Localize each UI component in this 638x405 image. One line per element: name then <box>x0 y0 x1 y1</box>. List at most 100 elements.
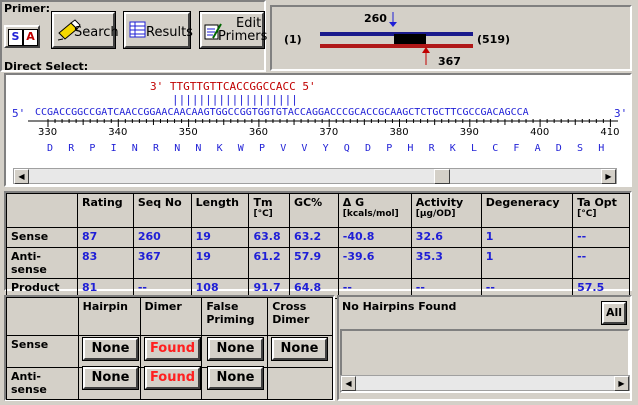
sequence-scrollbar[interactable] <box>13 168 617 184</box>
ruler-label: 350 <box>178 127 198 138</box>
results-value-cell: -40.8 <box>337 227 412 248</box>
antisense-false-priming-button[interactable]: None <box>207 366 264 390</box>
results-header-cell: Activity [µg/OD] <box>410 193 482 228</box>
sense-dimer-button[interactable]: Found <box>144 337 201 361</box>
amino-acid[interactable]: V <box>280 143 286 154</box>
amino-acid[interactable]: N <box>132 143 138 154</box>
results-header-unit: [kcals/mol] <box>342 209 399 219</box>
results-value-cell: 19 <box>190 247 250 279</box>
up-arrow-icon <box>422 47 430 65</box>
results-value-cell: -- <box>572 247 630 279</box>
results-header-label: Seq No <box>137 196 182 209</box>
amino-acid[interactable]: K <box>217 143 223 154</box>
primer-ticks: ||||||||||||||||||| <box>172 93 298 106</box>
results-header-label: Rating <box>82 196 123 209</box>
ruler-label: 390 <box>459 127 479 138</box>
primer-highlight <box>394 34 426 44</box>
edit-label-2: Primers <box>218 29 268 44</box>
ruler-label: 330 <box>38 127 58 138</box>
results-header-cell: Tm [°C] <box>248 193 291 228</box>
amino-acid[interactable]: F <box>513 143 519 154</box>
sense-toggle-button[interactable]: S A <box>4 25 40 48</box>
amino-acid[interactable]: N <box>174 143 180 154</box>
results-row-label: Sense <box>5 227 79 248</box>
results-button[interactable]: Results <box>123 11 193 49</box>
search-button[interactable]: Search <box>51 11 119 49</box>
sense-false-priming-button[interactable]: None <box>207 337 264 361</box>
scroll-thumb[interactable] <box>434 169 450 184</box>
scroll-right-button[interactable]: ▶ <box>601 169 616 184</box>
message-scroll-left-button[interactable]: ◀ <box>341 376 356 391</box>
results-value-cell: 63.8 <box>248 227 291 248</box>
map-bottom-position: 367 <box>438 55 461 68</box>
amino-acid[interactable]: D <box>47 143 53 154</box>
all-button[interactable]: All <box>601 301 627 325</box>
results-header-cell: Seq No <box>132 193 192 228</box>
results-header-unit: [µg/OD] <box>415 209 456 219</box>
results-value-cell: 260 <box>132 227 192 248</box>
antisense-hairpin-button[interactable]: None <box>82 366 139 390</box>
results-header-cell: GC% <box>289 193 339 228</box>
results-value-cell: 61.2 <box>248 247 291 279</box>
primer-label: Primer: <box>4 2 51 15</box>
amino-acid[interactable]: D <box>365 143 371 154</box>
amino-acid[interactable]: D <box>556 143 562 154</box>
primer-map-panel[interactable]: 260 (1) (519) 367 <box>270 5 632 71</box>
results-header-label: Δ G <box>342 196 365 209</box>
antisense-dimer-button[interactable]: Found <box>144 366 201 390</box>
results-header-label: Activity <box>415 196 464 209</box>
amino-acid[interactable]: L <box>471 143 477 154</box>
structures-antisense-label: Anti-sense <box>6 367 79 400</box>
results-header-cell: Δ G [kcals/mol] <box>337 193 412 228</box>
message-scroll-right-button[interactable]: ▶ <box>614 376 629 391</box>
edit-primers-button[interactable]: Edit Primers <box>199 11 268 49</box>
message-scrollbar[interactable] <box>340 375 630 391</box>
results-value-cell: 57.9 <box>289 247 339 279</box>
results-header-cell: Length <box>190 193 250 228</box>
amino-acid[interactable]: Q <box>344 143 350 154</box>
amino-acid[interactable]: Y <box>323 143 329 154</box>
results-value-cell: -- <box>572 227 630 248</box>
results-header-label: Length <box>195 196 239 209</box>
results-header-cell: Rating <box>77 193 134 228</box>
amino-acid[interactable]: V <box>301 143 307 154</box>
map-end: (519) <box>477 33 511 46</box>
amino-acid[interactable]: A <box>535 143 541 154</box>
sense-hairpin-button[interactable]: None <box>82 337 139 361</box>
structures-corner <box>6 297 79 336</box>
sense-cross-dimer-button[interactable]: None <box>271 337 328 361</box>
amino-acid[interactable]: H <box>407 143 413 154</box>
amino-acid[interactable]: I <box>111 143 117 154</box>
amino-acid[interactable]: C <box>492 143 498 154</box>
amino-acid[interactable]: K <box>450 143 456 154</box>
down-arrow-icon <box>389 12 397 27</box>
antisense-primer-sequence: 3' TTGTTGTTCACCGGCCACC 5' <box>150 80 316 93</box>
ruler-label: 410 <box>600 127 620 138</box>
hairpin-header: Hairpin <box>77 297 141 336</box>
map-top-position: 260 <box>364 12 387 25</box>
map-start: (1) <box>284 33 302 46</box>
hairpin-message: No Hairpins Found <box>342 300 457 313</box>
results-table: Rating Seq No Length Tm [°C] GC% Δ G [kcals/mol… <box>5 193 630 299</box>
results-value-cell: 63.2 <box>289 227 339 248</box>
amino-acid[interactable]: N <box>195 143 201 154</box>
amino-acid[interactable]: H <box>598 143 604 154</box>
amino-acid[interactable]: R <box>429 143 435 154</box>
amino-acid[interactable]: S <box>577 143 583 154</box>
results-value-cell: -39.6 <box>337 247 412 279</box>
results-value-cell: 35.3 <box>410 247 482 279</box>
cross-dimer-header: Cross Dimer <box>267 297 333 336</box>
amino-acid[interactable]: R <box>153 143 159 154</box>
amino-acid[interactable]: P <box>89 143 95 154</box>
dna-sequence[interactable]: CCGACCGGCCGATCAACCGGAACAACAAGTGGCCGGTGGT… <box>35 107 611 118</box>
sense-letter: S <box>8 29 23 46</box>
scroll-left-button[interactable]: ◀ <box>14 169 29 184</box>
amino-acid[interactable]: W <box>238 143 244 154</box>
results-header-cell <box>5 193 79 228</box>
amino-acid[interactable]: P <box>259 143 265 154</box>
sequence-5prime: 5' <box>12 107 26 120</box>
amino-acid[interactable]: R <box>68 143 74 154</box>
results-value-cell: 1 <box>480 247 574 279</box>
results-header-label: Ta Opt <box>577 196 617 209</box>
amino-acid[interactable]: P <box>386 143 392 154</box>
